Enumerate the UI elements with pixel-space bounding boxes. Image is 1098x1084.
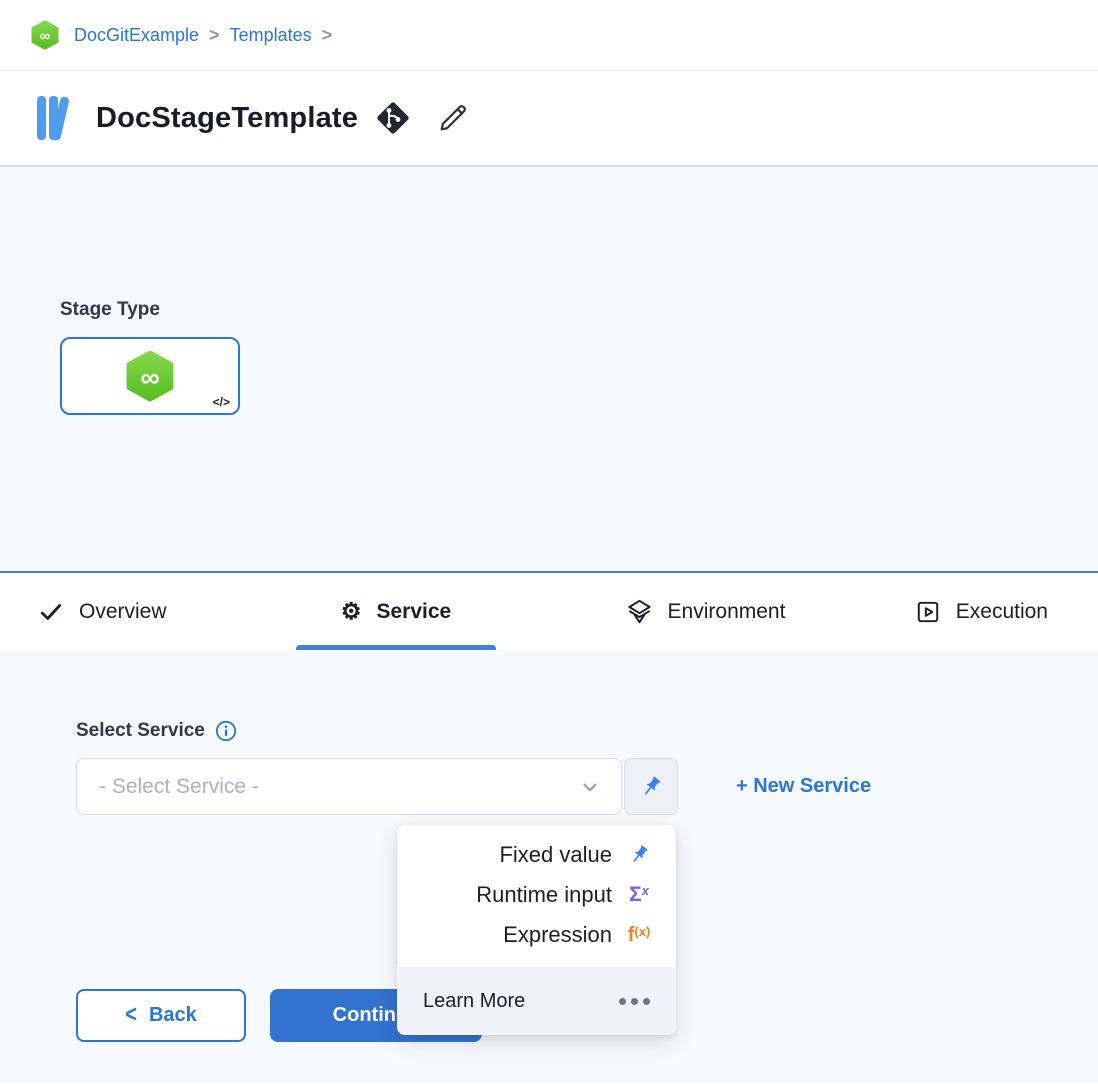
stage-type-label: Stage Type xyxy=(60,299,1098,321)
breadcrumb-project-link[interactable]: DocGitExample xyxy=(74,25,199,46)
edit-pencil-icon[interactable] xyxy=(436,101,470,135)
pushpin-icon xyxy=(624,843,654,867)
tab-execution[interactable]: Execution xyxy=(915,573,1048,650)
menu-item-runtime-input[interactable]: Runtime input Σx xyxy=(397,875,676,915)
gear-icon: ⚙ xyxy=(341,600,362,623)
breadcrumb-separator: > xyxy=(322,25,333,46)
expression-label: Expression xyxy=(503,922,612,948)
tab-service-label: Service xyxy=(376,600,451,624)
tab-environment-label: Environment xyxy=(668,600,786,624)
tab-overview-label: Overview xyxy=(79,600,167,624)
more-options-icon[interactable] xyxy=(619,998,650,1005)
menu-item-expression[interactable]: Expression f(x) xyxy=(397,915,676,955)
breadcrumb: ∞ DocGitExample > Templates > xyxy=(0,0,1098,71)
svg-text:∞: ∞ xyxy=(39,28,50,45)
sigma-x-icon: Σx xyxy=(624,883,654,907)
value-type-menu: Fixed value Runtime input Σx xyxy=(397,825,676,1035)
library-icon xyxy=(36,94,78,142)
git-diamond-icon xyxy=(374,99,412,137)
stage-type-section: Stage Type ∞ </> xyxy=(0,167,1098,571)
value-type-toggle-button[interactable] xyxy=(624,758,678,815)
breadcrumb-separator: > xyxy=(209,25,220,46)
menu-item-fixed-value[interactable]: Fixed value xyxy=(397,835,676,875)
svg-text:∞: ∞ xyxy=(140,362,159,392)
service-tab-content: Select Service - Select Service - xyxy=(0,650,1098,1082)
info-icon[interactable] xyxy=(215,720,237,742)
template-header: DocStageTemplate xyxy=(0,71,1098,167)
pushpin-icon xyxy=(638,774,664,800)
fx-icon: f(x) xyxy=(624,924,654,947)
check-icon xyxy=(38,599,64,625)
runtime-input-label: Runtime input xyxy=(476,882,612,908)
back-button-label: Back xyxy=(149,1004,197,1027)
tab-overview[interactable]: Overview xyxy=(38,573,167,650)
chevron-down-icon xyxy=(579,776,601,798)
tab-environment[interactable]: Environment xyxy=(626,573,786,650)
fixed-value-label: Fixed value xyxy=(499,842,612,868)
breadcrumb-templates-link[interactable]: Templates xyxy=(230,25,312,46)
new-service-button[interactable]: + New Service xyxy=(736,775,871,798)
service-select-placeholder: - Select Service - xyxy=(99,775,259,799)
layers-box-icon xyxy=(626,598,653,625)
tab-service[interactable]: ⚙ Service xyxy=(296,573,496,650)
code-icon: </> xyxy=(213,395,230,409)
learn-more-row[interactable]: Learn More xyxy=(397,967,676,1035)
back-button[interactable]: < Back xyxy=(76,989,246,1042)
deploy-stage-card[interactable]: ∞ </> xyxy=(60,337,240,415)
play-square-icon xyxy=(915,599,941,625)
harness-logo-icon: ∞ xyxy=(30,20,60,50)
learn-more-label: Learn More xyxy=(423,990,525,1013)
deploy-stage-icon: ∞ xyxy=(122,350,178,402)
tab-execution-label: Execution xyxy=(956,600,1048,624)
select-service-label: Select Service xyxy=(76,720,205,742)
chevron-left-icon: < xyxy=(125,1002,137,1030)
page-title: DocStageTemplate xyxy=(96,102,358,135)
service-select-input[interactable]: - Select Service - xyxy=(76,758,622,815)
stage-tabs: Overview ⚙ Service Environment Execution xyxy=(0,571,1098,650)
template-studio-screen: ∞ DocGitExample > Templates > DocStageTe… xyxy=(0,0,1098,1084)
